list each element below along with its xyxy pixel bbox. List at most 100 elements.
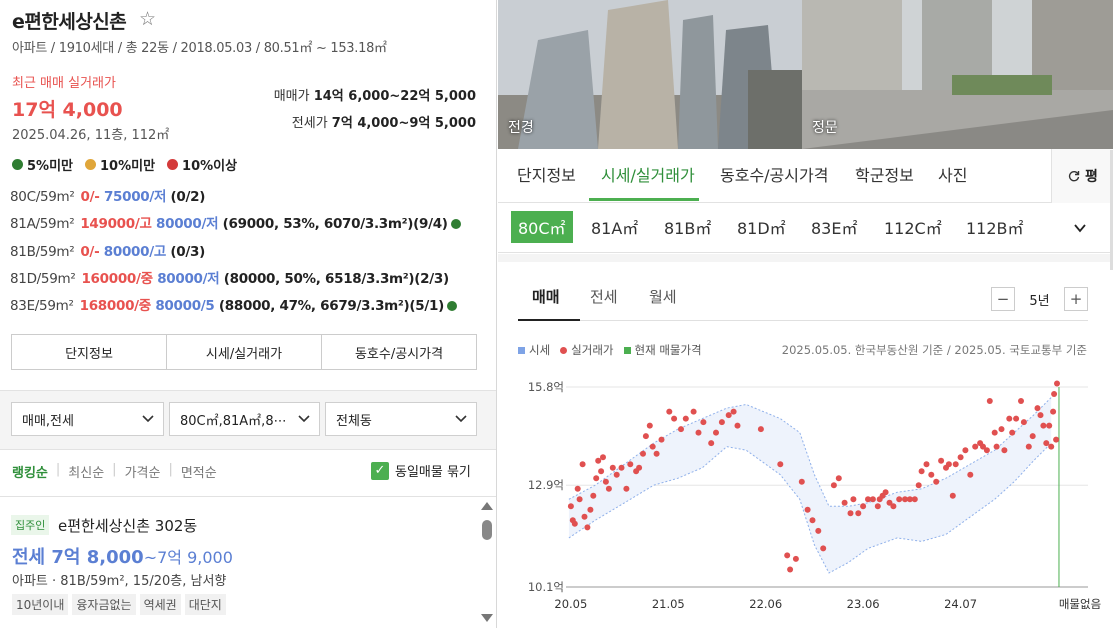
tab-complex-info[interactable]: 단지정보 xyxy=(12,335,167,369)
group-same-checkbox[interactable]: ✓ 동일매물 묶기 xyxy=(371,461,471,480)
tab-complex-info[interactable]: 단지정보 xyxy=(517,162,576,186)
tab-dong-ho[interactable]: 동호수/공시가격 xyxy=(720,162,828,186)
area-detail: (0/2) xyxy=(166,189,206,205)
sale-range-label: 매매가 xyxy=(273,89,314,104)
group-same-label: 동일매물 묶기 xyxy=(395,465,471,480)
trade-point xyxy=(1013,415,1020,422)
sale-info: 0/- xyxy=(80,244,104,260)
legend-item: 10%미만 xyxy=(85,155,155,174)
area-name: 81D/59m² xyxy=(10,271,76,287)
size-tab[interactable]: 81B㎡ xyxy=(664,215,711,239)
trade-point xyxy=(713,429,719,436)
minus-button[interactable]: − xyxy=(991,287,1015,311)
trade-point xyxy=(1006,415,1013,422)
favorite-star-icon[interactable]: ☆ xyxy=(139,8,156,30)
sort-ranking[interactable]: 랭킹순 xyxy=(12,462,48,481)
x-tick-label: 21.05 xyxy=(652,597,685,611)
trade-point xyxy=(815,527,822,534)
trade-point xyxy=(874,503,881,510)
recent-trade-price: 17억 4,000 xyxy=(12,99,123,121)
trade-point xyxy=(787,566,794,573)
area-detail: (88000, 47%, 6679/3.3m²)(5/1) xyxy=(214,298,444,314)
owner-badge: 집주인 xyxy=(11,515,50,535)
area-detail: (80000, 50%, 6518/3.3m²)(2/3) xyxy=(219,271,449,287)
chart-legend: 시세 실거래가 현재 매물가격 xyxy=(518,342,702,358)
yellow-dot-icon xyxy=(85,159,96,170)
trade-point xyxy=(595,457,602,464)
tab-price[interactable]: 시세/실거래가 xyxy=(601,162,695,186)
chevron-down-icon[interactable] xyxy=(1073,221,1087,235)
trade-type-select[interactable]: 매매,전세 xyxy=(11,402,164,436)
tab-dong-ho[interactable]: 동호수/공시가격 xyxy=(322,335,476,369)
price-band xyxy=(568,397,1052,573)
trade-point xyxy=(734,422,741,429)
tab-price[interactable]: 시세/실거래가 xyxy=(167,335,322,369)
tab-school[interactable]: 학군정보 xyxy=(855,162,914,186)
main-tab-bar: 단지정보 시세/실거래가 동호수/공시가격 학군정보 사진 xyxy=(498,149,1113,203)
legend-label: 5%미만 xyxy=(27,159,73,174)
size-tab[interactable]: 81D㎡ xyxy=(737,215,786,239)
active-tab-underline xyxy=(589,198,699,201)
photo-gate[interactable]: 정문 xyxy=(802,0,1113,149)
dong-select[interactable]: 전체동 xyxy=(325,402,477,436)
trade-point xyxy=(896,496,903,503)
trade-point xyxy=(708,440,715,447)
unit-toggle-button[interactable]: 평 xyxy=(1051,149,1113,203)
trade-point xyxy=(923,461,930,468)
trade-point xyxy=(915,482,922,489)
size-tab[interactable]: 112B㎡ xyxy=(966,215,1024,239)
trade-point xyxy=(571,520,578,527)
legend-item: 시세 xyxy=(518,342,550,358)
photo-exterior[interactable]: 전경 xyxy=(498,0,802,149)
listing-name[interactable]: e편한세상신촌 302동 xyxy=(58,515,197,536)
chevron-down-icon xyxy=(455,415,467,423)
sort-price[interactable]: 가격순 xyxy=(125,462,161,481)
check-icon: ✓ xyxy=(371,461,389,480)
price-chart[interactable]: 15.8억 12.9억 10.1억 20.05 21.05 22.06 23.06 24.07… xyxy=(498,370,1113,620)
legend-label: 현재 매물가격 xyxy=(634,343,702,357)
area-select-value: 80C㎡,81A㎡,8⋯ xyxy=(180,413,287,429)
sale-info: 160000/중 xyxy=(81,271,158,287)
sort-area[interactable]: 면적순 xyxy=(181,462,217,481)
area-select[interactable]: 80C㎡,81A㎡,8⋯ xyxy=(169,402,320,436)
plus-button[interactable]: + xyxy=(1064,287,1088,311)
size-tab[interactable]: 112C㎡ xyxy=(884,215,942,239)
trade-point xyxy=(1034,405,1041,412)
trade-point xyxy=(850,496,857,503)
trade-point xyxy=(1018,398,1024,404)
trade-point xyxy=(1050,408,1057,415)
trade-point xyxy=(574,485,581,492)
trade-point xyxy=(918,468,925,475)
y-tick-label: 15.8억 xyxy=(528,380,564,394)
trade-point xyxy=(1054,380,1060,387)
sort-divider: | xyxy=(168,462,173,477)
trade-point xyxy=(718,419,725,426)
scroll-down-icon[interactable] xyxy=(481,614,493,622)
jeonse-info: 80000/저 xyxy=(157,271,220,287)
trade-point xyxy=(835,475,842,482)
size-tab[interactable]: 80C㎡ xyxy=(511,211,573,243)
active-trade-underline xyxy=(518,319,580,321)
size-tab[interactable]: 83E㎡ xyxy=(811,215,857,239)
tab-photos[interactable]: 사진 xyxy=(938,162,967,186)
trade-tab-monthly[interactable]: 월세 xyxy=(649,286,677,307)
trade-point xyxy=(986,398,993,404)
trade-point xyxy=(1009,429,1016,436)
trade-tab-jeonse[interactable]: 전세 xyxy=(590,286,618,307)
chevron-down-icon xyxy=(142,415,154,423)
sort-latest[interactable]: 최신순 xyxy=(68,462,104,481)
list-scrollbar[interactable] xyxy=(481,500,493,628)
trade-point xyxy=(600,454,606,461)
tag: 대단지 xyxy=(184,594,226,615)
legend-item: 현재 매물가격 xyxy=(623,342,702,358)
size-tab[interactable]: 81A㎡ xyxy=(591,215,638,239)
divider xyxy=(0,496,496,497)
sort-options: 랭킹순 | 최신순 | 가격순 | 면적순 xyxy=(12,462,217,481)
trade-point xyxy=(855,510,862,517)
x-tick-label: 23.06 xyxy=(847,597,880,611)
trade-point xyxy=(590,492,597,499)
trade-point xyxy=(1029,433,1036,440)
scroll-thumb[interactable] xyxy=(482,520,492,540)
scroll-up-icon[interactable] xyxy=(481,502,493,510)
trade-tab-sale[interactable]: 매매 xyxy=(532,286,560,307)
